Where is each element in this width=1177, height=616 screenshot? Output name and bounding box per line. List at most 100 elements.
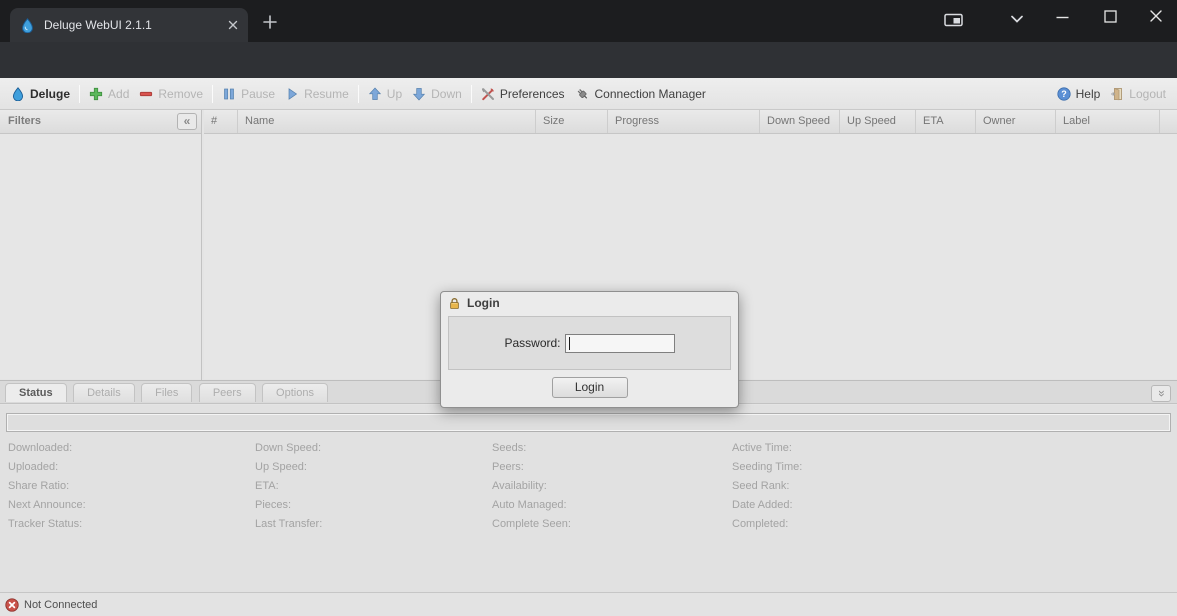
toolbar-separator: [212, 85, 213, 103]
login-form: Password:: [448, 316, 731, 370]
tab-details[interactable]: Details: [73, 383, 135, 402]
window-maximize-button[interactable]: [1104, 10, 1117, 23]
field-eta: ETA:: [255, 477, 322, 496]
tab-preview-icon[interactable]: [944, 12, 964, 28]
field-share-ratio: Share Ratio:: [8, 477, 86, 496]
remove-torrent-button[interactable]: Remove: [134, 84, 208, 104]
plug-icon: [575, 87, 590, 101]
grid-header: # Name Size Progress Down Speed Up Speed…: [204, 110, 1177, 134]
not-connected-error-icon: [5, 598, 19, 612]
resume-label: Resume: [304, 87, 349, 101]
toolbar-separator: [79, 85, 80, 103]
field-seeding-time: Seeding Time:: [732, 458, 802, 477]
panel-collapse-button[interactable]: »: [1151, 385, 1171, 402]
deluge-favicon-icon: [20, 18, 35, 33]
field-down-speed: Down Speed:: [255, 439, 322, 458]
filters-panel: Filters «: [0, 110, 202, 380]
torrent-progress-bar: [6, 413, 1171, 432]
field-uploaded: Uploaded:: [8, 458, 86, 477]
new-tab-button[interactable]: [261, 13, 279, 31]
svg-text:?: ?: [1061, 89, 1067, 99]
connection-status-text[interactable]: Not Connected: [24, 599, 97, 611]
tab-options[interactable]: Options: [262, 383, 328, 402]
column-header-progress[interactable]: Progress: [608, 110, 760, 133]
preferences-button[interactable]: Preferences: [476, 84, 570, 104]
filters-header: Filters «: [0, 110, 201, 134]
filters-collapse-button[interactable]: «: [177, 113, 197, 130]
field-pieces: Pieces:: [255, 496, 322, 515]
collapse-left-icon: «: [184, 114, 191, 128]
column-header-name[interactable]: Name: [238, 110, 536, 133]
queue-down-button[interactable]: Down: [407, 84, 467, 104]
logout-icon: [1110, 87, 1124, 101]
tab-peers[interactable]: Peers: [199, 383, 256, 402]
collapse-down-icon: »: [1154, 390, 1169, 397]
field-last-transfer: Last Transfer:: [255, 515, 322, 534]
field-complete-seen: Complete Seen:: [492, 515, 571, 534]
field-peers: Peers:: [492, 458, 571, 477]
tab-files[interactable]: Files: [141, 383, 192, 402]
status-panel: Downloaded: Uploaded: Share Ratio: Next …: [0, 405, 1177, 592]
column-header-up-speed[interactable]: Up Speed: [840, 110, 916, 133]
help-button[interactable]: ? Help: [1052, 84, 1106, 104]
up-label: Up: [387, 87, 402, 101]
field-auto-managed: Auto Managed:: [492, 496, 571, 515]
resume-button[interactable]: Resume: [280, 84, 354, 104]
preferences-icon: [481, 87, 495, 101]
connection-manager-button[interactable]: Connection Manager: [570, 84, 711, 104]
filters-body[interactable]: [0, 134, 201, 379]
tab-close-icon[interactable]: [228, 20, 238, 30]
add-torrent-button[interactable]: Add: [84, 84, 134, 104]
field-tracker-status: Tracker Status:: [8, 515, 86, 534]
pause-icon: [222, 87, 236, 101]
toolbar-separator: [358, 85, 359, 103]
deluge-brand: Deluge: [6, 84, 75, 104]
browser-tabstrip: Deluge WebUI 2.1.1: [0, 0, 1177, 42]
column-header-owner[interactable]: Owner: [976, 110, 1056, 133]
field-date-added: Date Added:: [732, 496, 802, 515]
column-header-label[interactable]: Label: [1056, 110, 1160, 133]
password-field[interactable]: [565, 334, 675, 353]
status-column-3: Seeds: Peers: Availability: Auto Managed…: [492, 439, 571, 534]
browser-addressbar: Inseguro | 192.168.0.117:8112 ☆: [0, 42, 1177, 78]
tab-status[interactable]: Status: [5, 383, 67, 402]
connection-manager-label: Connection Manager: [595, 87, 706, 101]
browser-tab[interactable]: Deluge WebUI 2.1.1: [10, 8, 248, 42]
logout-button[interactable]: Logout: [1105, 84, 1171, 104]
text-caret: [569, 337, 570, 350]
window-minimize-button[interactable]: [1056, 16, 1069, 19]
login-dialog-title: Login: [467, 296, 500, 310]
column-header-eta[interactable]: ETA: [916, 110, 976, 133]
remove-icon: [139, 87, 153, 101]
add-label: Add: [108, 87, 129, 101]
tab-title: Deluge WebUI 2.1.1: [44, 18, 228, 32]
toolbar-separator: [471, 85, 472, 103]
deluge-brand-label: Deluge: [30, 87, 70, 101]
tab-search-chevron-icon[interactable]: [1010, 14, 1024, 24]
down-arrow-icon: [412, 87, 426, 101]
password-label: Password:: [504, 336, 560, 350]
login-dialog: Login Password: Login: [440, 291, 739, 408]
status-column-1: Downloaded: Uploaded: Share Ratio: Next …: [8, 439, 86, 534]
window-close-button[interactable]: [1149, 9, 1163, 23]
field-up-speed: Up Speed:: [255, 458, 322, 477]
field-seed-rank: Seed Rank:: [732, 477, 802, 496]
remove-label: Remove: [158, 87, 203, 101]
login-submit-button[interactable]: Login: [552, 377, 628, 398]
column-header-down-speed[interactable]: Down Speed: [760, 110, 840, 133]
login-dialog-header[interactable]: Login: [441, 292, 738, 314]
status-column-4: Active Time: Seeding Time: Seed Rank: Da…: [732, 439, 802, 534]
pause-button[interactable]: Pause: [217, 84, 280, 104]
lock-icon: [448, 297, 461, 310]
up-arrow-icon: [368, 87, 382, 101]
column-header-size[interactable]: Size: [536, 110, 608, 133]
queue-up-button[interactable]: Up: [363, 84, 407, 104]
column-header-number[interactable]: #: [204, 110, 238, 133]
field-availability: Availability:: [492, 477, 571, 496]
field-downloaded: Downloaded:: [8, 439, 86, 458]
field-seeds: Seeds:: [492, 439, 571, 458]
deluge-logo-icon: [11, 87, 25, 101]
status-column-2: Down Speed: Up Speed: ETA: Pieces: Last …: [255, 439, 322, 534]
help-icon: ?: [1057, 87, 1071, 101]
field-active-time: Active Time:: [732, 439, 802, 458]
